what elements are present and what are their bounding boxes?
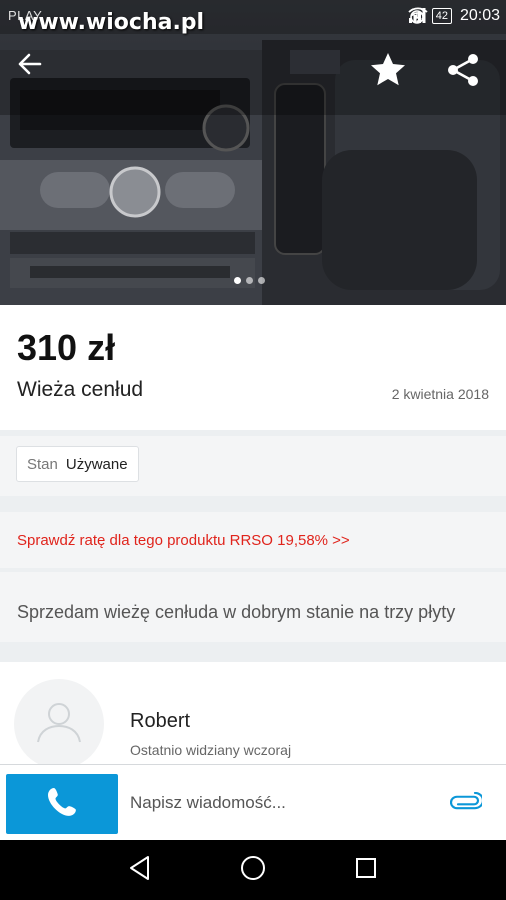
battery-indicator: 42 — [431, 8, 452, 24]
share-button[interactable] — [445, 52, 489, 96]
seller-last-seen: Ostatnio widziany wczoraj — [130, 742, 292, 758]
listing-date: 2 kwietnia 2018 — [391, 386, 489, 402]
gallery-dot[interactable] — [234, 277, 241, 284]
attach-button[interactable] — [446, 787, 486, 819]
param-key: Stan — [27, 455, 58, 473]
call-button[interactable] — [6, 774, 118, 834]
description-text: Sprzedam wieżę cenłuda w dobrym stanie n… — [17, 602, 456, 622]
gallery-dot[interactable] — [246, 277, 253, 284]
circle-home-icon — [239, 854, 267, 887]
paperclip-icon — [449, 791, 485, 815]
param-value: Używane — [65, 455, 128, 473]
avatar — [14, 679, 104, 769]
listing-photo[interactable]: PLAY www.wiocha.pl 42 20:03 — [0, 0, 506, 305]
phone-icon — [45, 785, 79, 824]
seller-card[interactable]: Robert Ostatnio widziany wczoraj — [0, 662, 506, 769]
message-bar — [0, 764, 506, 840]
clock: 20:03 — [459, 7, 500, 24]
params-section: Stan Używane — [0, 436, 506, 496]
watermark: www.wiocha.pl — [18, 10, 205, 35]
status-icons: 42 20:03 — [408, 7, 500, 25]
status-bar: PLAY www.wiocha.pl 42 20:03 — [0, 0, 506, 35]
nav-recents-button[interactable] — [350, 854, 382, 886]
installment-rate-link[interactable]: Sprawdź ratę dla tego produktu RRSO 19,5… — [17, 532, 350, 549]
title-card: 310 zł — [0, 305, 506, 430]
message-input[interactable] — [130, 783, 430, 823]
stereo-photo-drawing — [0, 0, 506, 305]
back-button[interactable] — [16, 52, 60, 96]
listing-title: Wieża cenłud — [17, 378, 144, 401]
seller-name: Robert — [130, 710, 191, 732]
triangle-back-icon — [128, 855, 152, 886]
system-nav-bar — [0, 840, 506, 900]
favorite-button[interactable] — [370, 52, 414, 96]
gallery-pagination — [234, 277, 265, 284]
user-placeholder-icon — [34, 700, 84, 749]
rate-section: Sprawdź ratę dla tego produktu RRSO 19,5… — [0, 512, 506, 568]
square-recents-icon — [354, 856, 378, 885]
price: 310 zł — [17, 327, 116, 368]
nav-home-button[interactable] — [237, 854, 269, 886]
description-section: Sprzedam wieżę cenłuda w dobrym stanie n… — [0, 572, 506, 642]
gallery-dot[interactable] — [258, 277, 265, 284]
nav-back-button[interactable] — [124, 854, 156, 886]
param-condition: Stan Używane — [16, 446, 139, 482]
